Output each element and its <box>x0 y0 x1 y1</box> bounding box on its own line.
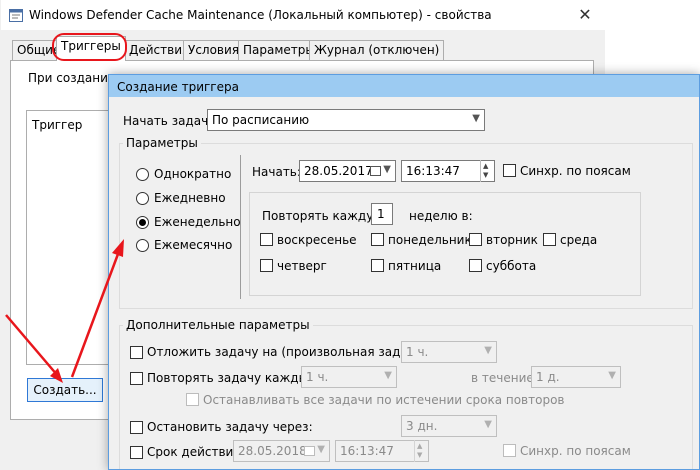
radio-weekly-label: Еженедельно <box>154 215 241 229</box>
day-monday-checkbox[interactable] <box>371 233 384 246</box>
expire-time-value: 16:13:47 <box>340 444 394 458</box>
repeat-task-label: Повторять задачу каждые: <box>147 371 320 385</box>
expire-date-value: 28.05.2018 <box>238 444 307 458</box>
start-task-value: По расписанию <box>212 113 310 127</box>
tab-history[interactable]: Журнал (отключен) <box>309 40 445 60</box>
tab-settings[interactable]: Параметры <box>238 40 320 60</box>
repeat-task-select[interactable]: 1 ч. ▼ <box>301 366 397 388</box>
stop-after-checkbox[interactable] <box>130 421 143 434</box>
chevron-down-icon: ▼ <box>383 164 391 175</box>
chevron-down-icon: ▼ <box>472 113 480 124</box>
create-trigger-button[interactable]: Создать... <box>27 378 103 402</box>
trigger-column-header[interactable]: Триггер <box>32 118 82 132</box>
day-saturday-checkbox[interactable] <box>469 259 482 272</box>
repeat-every-label: Повторять каждую <box>262 209 384 223</box>
radio-weekly[interactable] <box>136 216 149 229</box>
stop-all-tasks-checkbox[interactable] <box>186 393 199 406</box>
radio-daily[interactable] <box>136 192 149 205</box>
duration-label: в течение: <box>471 371 538 385</box>
spin-down-icon: ▼ <box>483 171 489 179</box>
repeat-task-value: 1 ч. <box>306 370 329 384</box>
day-monday-label: понедельник <box>388 233 472 247</box>
spin-up-icon: ▲ <box>417 442 423 450</box>
stop-all-tasks-label: Останавливать все задачи по истечении ср… <box>203 393 565 407</box>
expire-time-field[interactable]: 16:13:47 ▲ ▼ <box>335 440 429 462</box>
expire-label: Срок действия: <box>147 445 245 459</box>
expire-sync-label: Синхр. по поясам <box>520 444 631 458</box>
day-saturday-label: суббота <box>486 259 537 273</box>
delay-value: 1 ч. <box>406 345 429 359</box>
expire-date-picker[interactable]: 28.05.2018 ▼ <box>233 440 330 462</box>
start-time-value: 16:13:47 <box>406 164 460 178</box>
annotation-circle <box>52 33 127 61</box>
day-friday-label: пятница <box>388 259 442 273</box>
weeks-label: неделю в: <box>409 209 473 223</box>
tab-conditions[interactable]: Условия <box>183 40 245 60</box>
vertical-separator <box>240 155 241 299</box>
radio-monthly[interactable] <box>136 239 149 252</box>
new-trigger-dialog: Создание триггера Начать задачу: По расп… <box>108 74 700 470</box>
radio-once[interactable] <box>136 168 149 181</box>
duration-value: 1 д. <box>536 370 560 384</box>
day-thursday-checkbox[interactable] <box>260 259 273 272</box>
stop-after-value: 3 дн. <box>406 419 438 433</box>
start-time-field[interactable]: 16:13:47 ▲ ▼ <box>401 160 495 182</box>
time-spinner[interactable]: ▲ ▼ <box>480 160 494 182</box>
day-friday-checkbox[interactable] <box>371 259 384 272</box>
sync-timezones-label: Синхр. по поясам <box>520 164 631 178</box>
day-wednesday-checkbox[interactable] <box>543 233 556 246</box>
advanced-group-caption: Дополнительные параметры <box>123 318 313 332</box>
window-title: Windows Defender Cache Maintenance (Лока… <box>29 8 492 22</box>
start-label: Начать: <box>252 165 301 179</box>
close-icon[interactable]: ✕ <box>573 4 597 26</box>
radio-monthly-label: Ежемесячно <box>154 238 233 252</box>
repeat-task-checkbox[interactable] <box>130 372 143 385</box>
calendar-icon <box>304 446 315 456</box>
sync-timezones-checkbox[interactable] <box>503 164 516 177</box>
delay-select[interactable]: 1 ч. ▼ <box>401 341 497 363</box>
calendar-icon <box>370 166 381 176</box>
day-tuesday-checkbox[interactable] <box>469 233 482 246</box>
expire-checkbox[interactable] <box>130 446 143 459</box>
radio-daily-label: Ежедневно <box>154 191 226 205</box>
day-tuesday-label: вторник <box>486 233 538 247</box>
chevron-down-icon: ▼ <box>484 419 492 430</box>
dialog-titlebar: Создание триггера <box>109 75 699 97</box>
expire-sync-checkbox[interactable] <box>503 444 516 457</box>
day-thursday-label: четверг <box>277 259 327 273</box>
start-date-picker[interactable]: 28.05.2017 ▼ <box>299 160 396 182</box>
duration-select[interactable]: 1 д. ▼ <box>531 366 621 388</box>
repeat-weeks-input[interactable]: 1 <box>371 203 393 225</box>
day-sunday-label: воскресенье <box>277 233 357 247</box>
time-spinner[interactable]: ▲ ▼ <box>414 440 428 462</box>
radio-once-label: Однократно <box>154 167 232 181</box>
start-date-value: 28.05.2017 <box>304 164 373 178</box>
dialog-title: Создание триггера <box>117 80 239 94</box>
spin-up-icon: ▲ <box>483 162 489 170</box>
delay-checkbox[interactable] <box>130 346 143 359</box>
task-scheduler-icon <box>9 9 23 22</box>
parameters-group-caption: Параметры <box>123 136 201 150</box>
spin-down-icon: ▼ <box>417 451 423 459</box>
start-task-select[interactable]: По расписанию ▼ <box>207 109 485 131</box>
chevron-down-icon: ▼ <box>484 345 492 356</box>
window-titlebar: Windows Defender Cache Maintenance (Лока… <box>1 0 605 30</box>
chevron-down-icon: ▼ <box>317 444 325 455</box>
stop-after-select[interactable]: 3 дн. ▼ <box>401 415 497 437</box>
chevron-down-icon: ▼ <box>608 370 616 381</box>
start-task-label: Начать задачу: <box>123 114 220 128</box>
day-wednesday-label: среда <box>560 233 598 247</box>
chevron-down-icon: ▼ <box>384 370 392 381</box>
stop-after-label: Остановить задачу через: <box>147 420 313 434</box>
day-sunday-checkbox[interactable] <box>260 233 273 246</box>
